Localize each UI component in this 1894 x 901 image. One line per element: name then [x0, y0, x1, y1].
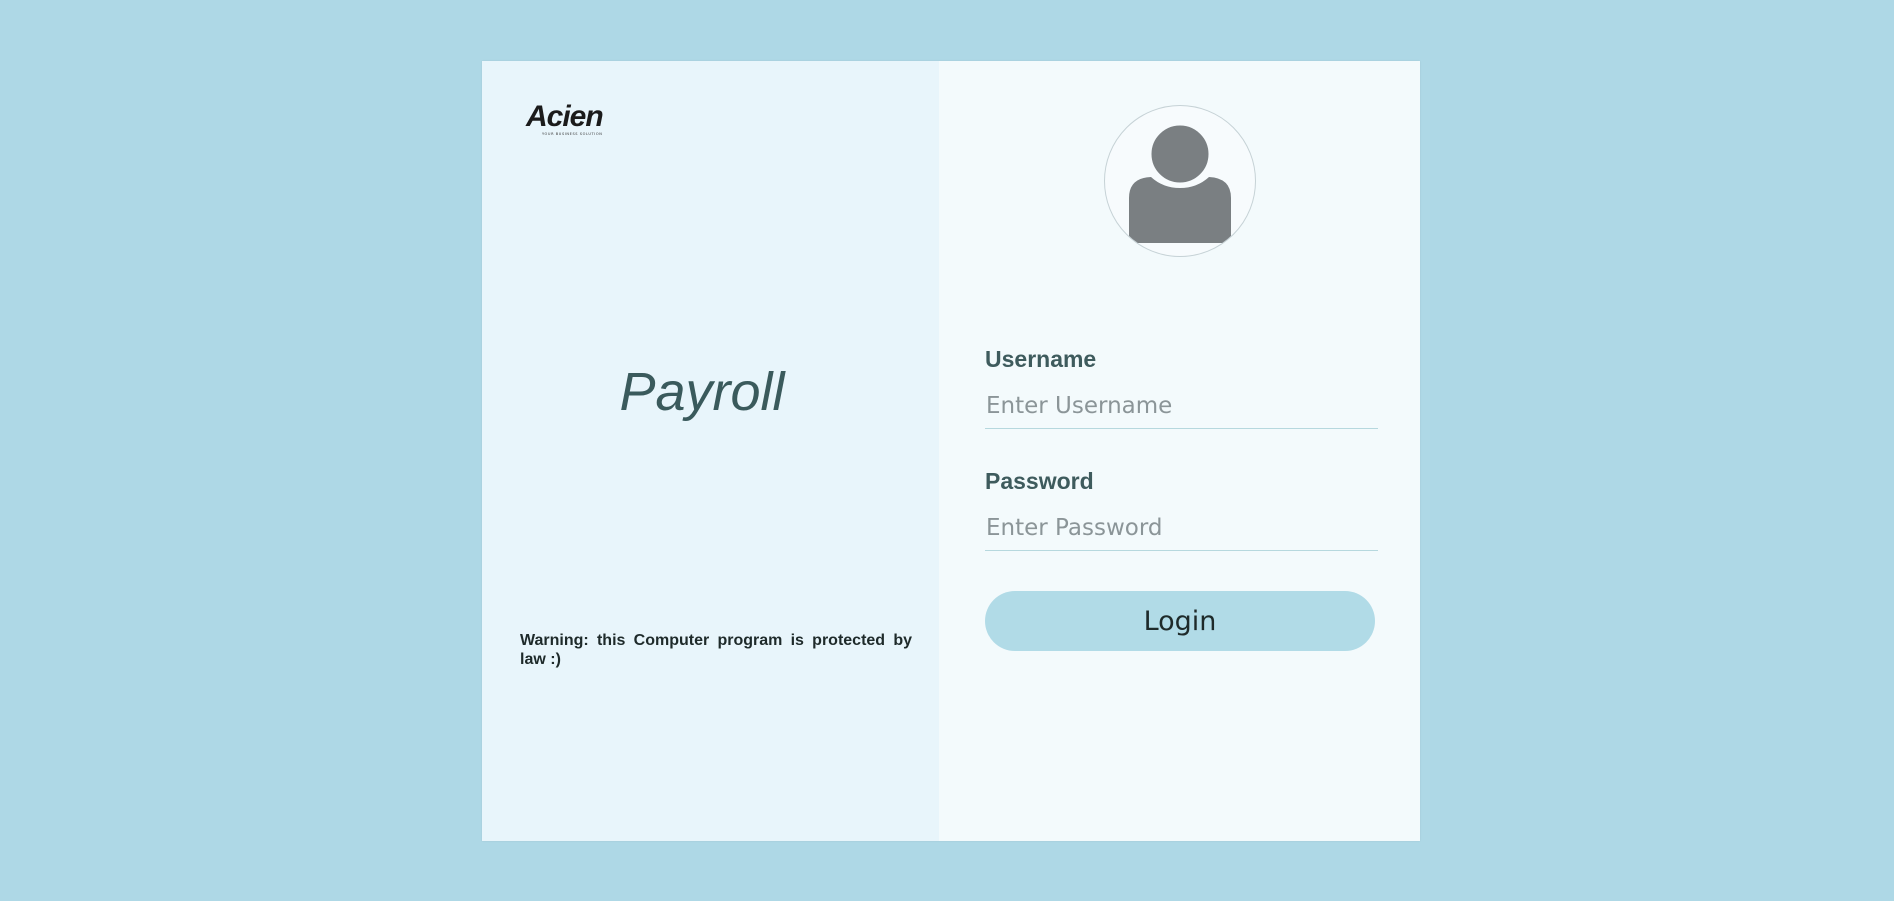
- user-avatar-icon: [1104, 105, 1256, 257]
- user-silhouette-icon: [1129, 122, 1231, 243]
- acien-logo: Acien YOUR BUSINESS SOLUTION: [526, 100, 626, 137]
- login-panel: Username Password Login: [939, 61, 1420, 841]
- password-input[interactable]: [985, 506, 1378, 551]
- username-label: Username: [985, 346, 1097, 372]
- logo-text: Acien: [526, 100, 604, 133]
- login-card: Acien YOUR BUSINESS SOLUTION Payroll War…: [482, 61, 1420, 841]
- branding-panel: Acien YOUR BUSINESS SOLUTION Payroll War…: [482, 61, 939, 841]
- password-label: Password: [985, 468, 1094, 494]
- logo-tagline: YOUR BUSINESS SOLUTION: [542, 132, 603, 136]
- warning-text: Warning: this Computer program is protec…: [520, 632, 912, 668]
- username-input[interactable]: [985, 384, 1378, 429]
- login-button[interactable]: Login: [985, 591, 1375, 651]
- app-title: Payroll: [619, 362, 785, 422]
